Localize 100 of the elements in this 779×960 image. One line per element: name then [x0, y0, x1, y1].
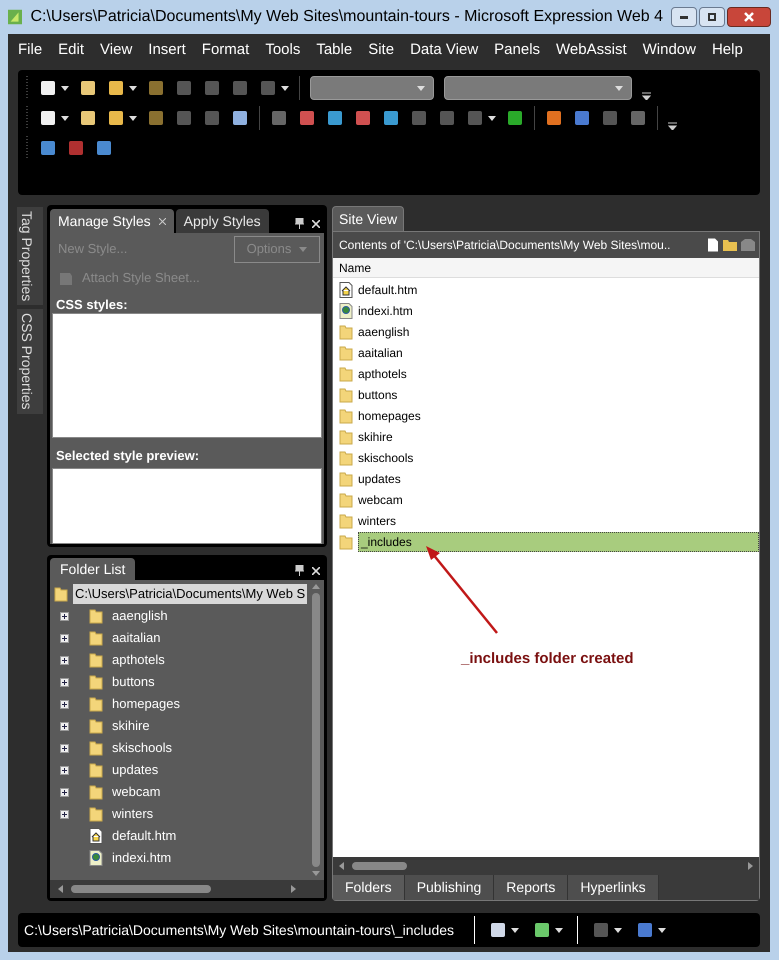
tree-item[interactable]: skihire — [110, 716, 150, 736]
expand-icon[interactable] — [60, 788, 69, 796]
tree-item[interactable]: aaitalian — [110, 628, 160, 648]
tree-item[interactable]: homepages — [110, 694, 180, 714]
expand-icon[interactable] — [60, 700, 69, 708]
scroll-left-icon[interactable] — [58, 885, 63, 893]
tree-item[interactable]: indexi.htm — [110, 848, 172, 868]
menu-item[interactable]: WebAssist — [548, 38, 635, 62]
toolbar-overflow-icon[interactable] — [642, 92, 651, 100]
folder-icon — [339, 428, 353, 444]
file-list-item[interactable]: buttons — [358, 384, 398, 404]
folder-icon — [89, 652, 103, 668]
expand-icon[interactable] — [60, 656, 69, 664]
tree-item[interactable]: aaenglish — [110, 606, 168, 626]
window-title: C:\Users\Patricia\Documents\My Web Sites\mountain-tours - Microsoft Expression Web 4 — [30, 7, 663, 27]
toolbar-grip-icon — [26, 136, 29, 160]
menu-item[interactable]: Tools — [257, 38, 308, 62]
menu-item[interactable]: Format — [194, 38, 258, 62]
toolbar-overflow-icon[interactable] — [668, 122, 677, 130]
folder-icon — [89, 718, 103, 734]
close-icon[interactable] — [312, 566, 320, 574]
view-tab[interactable]: Publishing — [404, 875, 494, 900]
expand-icon[interactable] — [60, 678, 69, 686]
side-tab[interactable]: CSS Properties — [17, 309, 43, 414]
minimize-button[interactable] — [671, 7, 697, 27]
file-list-item[interactable]: skihire — [358, 426, 393, 446]
file-list-item[interactable]: webcam — [358, 490, 403, 510]
pin-icon[interactable] — [295, 565, 304, 576]
menu-item[interactable]: Site — [360, 38, 402, 62]
web-page-icon — [89, 850, 103, 866]
folder-icon — [89, 674, 103, 690]
expand-icon[interactable] — [60, 810, 69, 818]
tree-item[interactable]: webcam — [110, 782, 160, 802]
tree-item[interactable]: buttons — [110, 672, 155, 692]
close-icon[interactable] — [312, 220, 320, 228]
caret-icon — [614, 928, 622, 932]
annotation-text: _includes folder created — [461, 649, 634, 669]
tree-item[interactable]: winters — [110, 804, 154, 824]
menu-item[interactable]: View — [92, 38, 140, 62]
folder-icon — [89, 696, 103, 712]
tree-item[interactable]: C:\Users\Patricia\Documents\My Web S — [73, 584, 308, 604]
menu-item[interactable]: Panels — [486, 38, 548, 62]
menu-item[interactable]: File — [10, 38, 50, 62]
tree-item[interactable]: skischools — [110, 738, 172, 758]
folder-icon — [89, 806, 103, 822]
status-path: C:\Users\Patricia\Documents\My Web Sites\mountain-tours\_includes — [24, 920, 454, 940]
caret-icon — [658, 928, 666, 932]
view-tab[interactable]: Folders — [333, 875, 405, 900]
file-list-item[interactable]: aaitalian — [358, 342, 403, 362]
menu-item[interactable]: Insert — [140, 38, 194, 62]
tree-item[interactable]: apthotels — [110, 650, 165, 670]
panel-tab[interactable]: Folder List — [50, 558, 136, 580]
horizontal-scrollbar[interactable] — [333, 857, 759, 875]
expand-icon[interactable] — [60, 766, 69, 774]
expand-icon[interactable] — [60, 722, 69, 730]
css-styles-list[interactable] — [52, 313, 322, 438]
tree-item[interactable]: updates — [110, 760, 158, 780]
expand-icon[interactable] — [60, 612, 69, 620]
folder-icon — [339, 534, 353, 550]
document-tab[interactable]: Site View — [332, 206, 404, 231]
file-list-item[interactable]: indexi.htm — [358, 300, 413, 320]
column-header[interactable]: Name — [333, 258, 759, 278]
menu-item[interactable]: Help — [704, 38, 751, 62]
new-folder-icon[interactable] — [723, 239, 737, 251]
menu-item[interactable]: Table — [308, 38, 360, 62]
file-list-item[interactable]: aaenglish — [358, 322, 410, 342]
panel-tab[interactable]: Apply Styles — [176, 209, 269, 233]
view-tab[interactable]: Reports — [494, 875, 568, 900]
tree-item[interactable]: default.htm — [110, 826, 176, 846]
menu-item[interactable]: Edit — [50, 38, 92, 62]
folder-icon — [89, 630, 103, 646]
scroll-right-icon[interactable] — [748, 862, 753, 870]
expand-icon[interactable] — [60, 744, 69, 752]
file-list-item[interactable]: winters — [358, 510, 396, 530]
pin-icon[interactable] — [295, 218, 304, 229]
file-list-item[interactable]: default.htm — [358, 280, 418, 300]
scroll-right-icon[interactable] — [291, 885, 296, 893]
file-list-item[interactable]: apthotels — [358, 364, 407, 384]
file-list-item[interactable]: updates — [358, 468, 401, 488]
file-list-item[interactable]: _includes — [358, 532, 759, 552]
toolbar-grip-icon — [26, 76, 29, 100]
expand-icon[interactable] — [60, 634, 69, 642]
menu-item[interactable]: Window — [634, 38, 704, 62]
folder-icon — [339, 492, 353, 508]
file-list-item[interactable]: homepages — [358, 406, 421, 426]
maximize-button[interactable] — [699, 7, 725, 27]
folder-icon — [339, 324, 353, 340]
caret-icon — [299, 246, 308, 252]
panel-tab[interactable]: Manage Styles — [50, 209, 174, 233]
horizontal-scrollbar[interactable] — [50, 880, 324, 898]
file-list-item[interactable]: skischools — [358, 448, 414, 468]
menu-item[interactable]: Data View — [402, 38, 486, 62]
close-button[interactable] — [727, 7, 771, 27]
view-tab[interactable]: Hyperlinks — [568, 875, 659, 900]
side-tab[interactable]: Tag Properties — [17, 207, 43, 306]
caret-icon — [61, 86, 69, 90]
folder-icon — [89, 784, 103, 800]
caret-icon — [555, 928, 564, 932]
scroll-left-icon[interactable] — [339, 862, 344, 870]
web-page-icon — [339, 302, 353, 318]
